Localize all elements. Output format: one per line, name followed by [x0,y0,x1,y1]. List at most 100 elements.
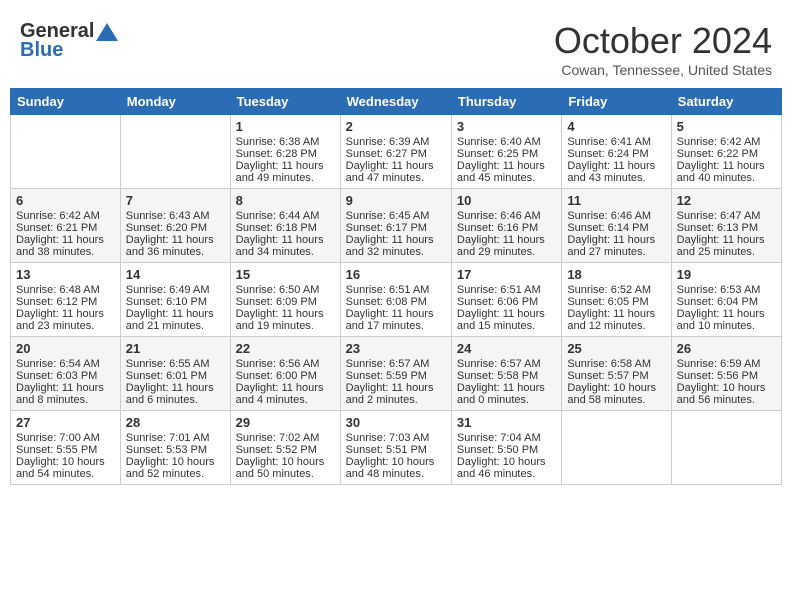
sunset-text: Sunset: 6:13 PM [677,222,776,234]
sunrise-text: Sunrise: 6:41 AM [567,136,665,148]
calendar-day-cell: 12 Sunrise: 6:47 AMSunset: 6:13 PMDayligh… [671,189,781,263]
sunrise-text: Sunrise: 6:44 AM [236,210,335,222]
calendar-day-cell: 29 Sunrise: 7:02 AMSunset: 5:52 PMDayligh… [230,411,340,485]
sunrise-text: Sunrise: 6:51 AM [346,284,446,296]
calendar-table: SundayMondayTuesdayWednesdayThursdayFrid… [10,88,782,485]
daylight-text: Daylight: 10 hours and 50 minutes. [236,456,335,480]
daylight-text: Daylight: 11 hours and 23 minutes. [16,308,115,332]
calendar-day-cell: 16Sunrise: 6:51 AMSunset: 6:08 PMDayligh… [340,263,451,337]
sunrise-text: Sunrise: 6:55 AM [126,358,225,370]
weekday-header-cell: Friday [562,89,671,115]
sunset-text: Sunset: 5:58 PM [457,370,556,382]
sunrise-text: Sunrise: 7:02 AM [236,432,335,444]
sunrise-text: Sunrise: 6:50 AM [236,284,335,296]
logo-icon [96,23,118,41]
daylight-text: Daylight: 11 hours and 43 minutes. [567,160,665,184]
daylight-text: Daylight: 10 hours and 52 minutes. [126,456,225,480]
sunrise-text: Sunrise: 7:00 AM [16,432,115,444]
calendar-day-cell: 3Sunrise: 6:40 AMSunset: 6:25 PMDaylight… [451,115,561,189]
sunrise-text: Sunrise: 6:47 AM [677,210,776,222]
location: Cowan, Tennessee, United States [554,62,772,78]
sunset-text: Sunset: 6:12 PM [16,296,115,308]
sunset-text: Sunset: 6:00 PM [236,370,335,382]
daylight-text: Daylight: 11 hours and 8 minutes. [16,382,115,406]
sunset-text: Sunset: 6:20 PM [126,222,225,234]
weekday-header-cell: Tuesday [230,89,340,115]
daylight-text: Daylight: 11 hours and 36 minutes. [126,234,225,258]
day-number: 28 [126,415,225,430]
calendar-week-row: 20Sunrise: 6:54 AMSunset: 6:03 PMDayligh… [11,337,782,411]
daylight-text: Daylight: 11 hours and 25 minutes. [677,234,776,258]
calendar-day-cell [671,411,781,485]
day-number: 7 [126,193,225,208]
calendar-day-cell: 17Sunrise: 6:51 AMSunset: 6:06 PMDayligh… [451,263,561,337]
calendar-day-cell: 26Sunrise: 6:59 AMSunset: 5:56 PMDayligh… [671,337,781,411]
day-number: 31 [457,415,556,430]
sunrise-text: Sunrise: 6:57 AM [457,358,556,370]
calendar-day-cell: 9Sunrise: 6:45 AMSunset: 6:17 PMDaylight… [340,189,451,263]
title-section: October 2024 Cowan, Tennessee, United St… [554,20,772,78]
day-number: 21 [126,341,225,356]
sunrise-text: Sunrise: 6:45 AM [346,210,446,222]
weekday-header-cell: Sunday [11,89,121,115]
daylight-text: Daylight: 11 hours and 49 minutes. [236,160,335,184]
sunset-text: Sunset: 6:06 PM [457,296,556,308]
day-number: 12 [677,193,776,208]
calendar-day-cell: 10Sunrise: 6:46 AMSunset: 6:16 PMDayligh… [451,189,561,263]
daylight-text: Daylight: 10 hours and 48 minutes. [346,456,446,480]
calendar-day-cell: 5Sunrise: 6:42 AMSunset: 6:22 PMDaylight… [671,115,781,189]
weekday-header-cell: Monday [120,89,230,115]
day-number: 2 [346,119,446,134]
sunset-text: Sunset: 6:27 PM [346,148,446,160]
sunset-text: Sunset: 6:21 PM [16,222,115,234]
sunrise-text: Sunrise: 7:03 AM [346,432,446,444]
calendar-day-cell: 30 Sunrise: 7:03 AMSunset: 5:51 PMDayligh… [340,411,451,485]
sunrise-text: Sunrise: 6:43 AM [126,210,225,222]
calendar-day-cell: 13Sunrise: 6:48 AMSunset: 6:12 PMDayligh… [11,263,121,337]
calendar-week-row: 27Sunrise: 7:00 AMSunset: 5:55 PMDayligh… [11,411,782,485]
daylight-text: Daylight: 11 hours and 19 minutes. [236,308,335,332]
calendar-week-row: 13Sunrise: 6:48 AMSunset: 6:12 PMDayligh… [11,263,782,337]
day-number: 30 [346,415,446,430]
sunset-text: Sunset: 5:50 PM [457,444,556,456]
calendar-day-cell: 25Sunrise: 6:58 AMSunset: 5:57 PMDayligh… [562,337,671,411]
sunset-text: Sunset: 6:08 PM [346,296,446,308]
day-number: 29 [236,415,335,430]
sunrise-text: Sunrise: 6:49 AM [126,284,225,296]
sunset-text: Sunset: 6:18 PM [236,222,335,234]
sunset-text: Sunset: 5:56 PM [677,370,776,382]
sunrise-text: Sunrise: 6:38 AM [236,136,335,148]
calendar-day-cell [562,411,671,485]
sunset-text: Sunset: 6:09 PM [236,296,335,308]
calendar-day-cell: 8Sunrise: 6:44 AMSunset: 6:18 PMDaylight… [230,189,340,263]
sunrise-text: Sunrise: 6:58 AM [567,358,665,370]
day-number: 1 [236,119,335,134]
sunset-text: Sunset: 6:04 PM [677,296,776,308]
calendar-day-cell: 15Sunrise: 6:50 AMSunset: 6:09 PMDayligh… [230,263,340,337]
sunset-text: Sunset: 5:51 PM [346,444,446,456]
sunrise-text: Sunrise: 6:42 AM [16,210,115,222]
calendar-day-cell: 2Sunrise: 6:39 AMSunset: 6:27 PMDaylight… [340,115,451,189]
sunrise-text: Sunrise: 6:53 AM [677,284,776,296]
logo-blue-text: Blue [20,39,63,62]
sunrise-text: Sunrise: 6:46 AM [567,210,665,222]
daylight-text: Daylight: 11 hours and 21 minutes. [126,308,225,332]
sunset-text: Sunset: 5:52 PM [236,444,335,456]
logo: General Blue [20,20,118,62]
day-number: 16 [346,267,446,282]
daylight-text: Daylight: 10 hours and 54 minutes. [16,456,115,480]
calendar-day-cell: 21Sunrise: 6:55 AMSunset: 6:01 PMDayligh… [120,337,230,411]
sunrise-text: Sunrise: 6:51 AM [457,284,556,296]
day-number: 26 [677,341,776,356]
day-number: 4 [567,119,665,134]
daylight-text: Daylight: 11 hours and 34 minutes. [236,234,335,258]
calendar-day-cell: 11Sunrise: 6:46 AMSunset: 6:14 PMDayligh… [562,189,671,263]
calendar-header-row: SundayMondayTuesdayWednesdayThursdayFrid… [11,89,782,115]
day-number: 17 [457,267,556,282]
daylight-text: Daylight: 11 hours and 27 minutes. [567,234,665,258]
calendar-day-cell: 7 Sunrise: 6:43 AMSunset: 6:20 PMDaylight… [120,189,230,263]
day-number: 9 [346,193,446,208]
page-header: General Blue October 2024 Cowan, Tenness… [10,10,782,83]
daylight-text: Daylight: 11 hours and 45 minutes. [457,160,556,184]
calendar-day-cell [120,115,230,189]
